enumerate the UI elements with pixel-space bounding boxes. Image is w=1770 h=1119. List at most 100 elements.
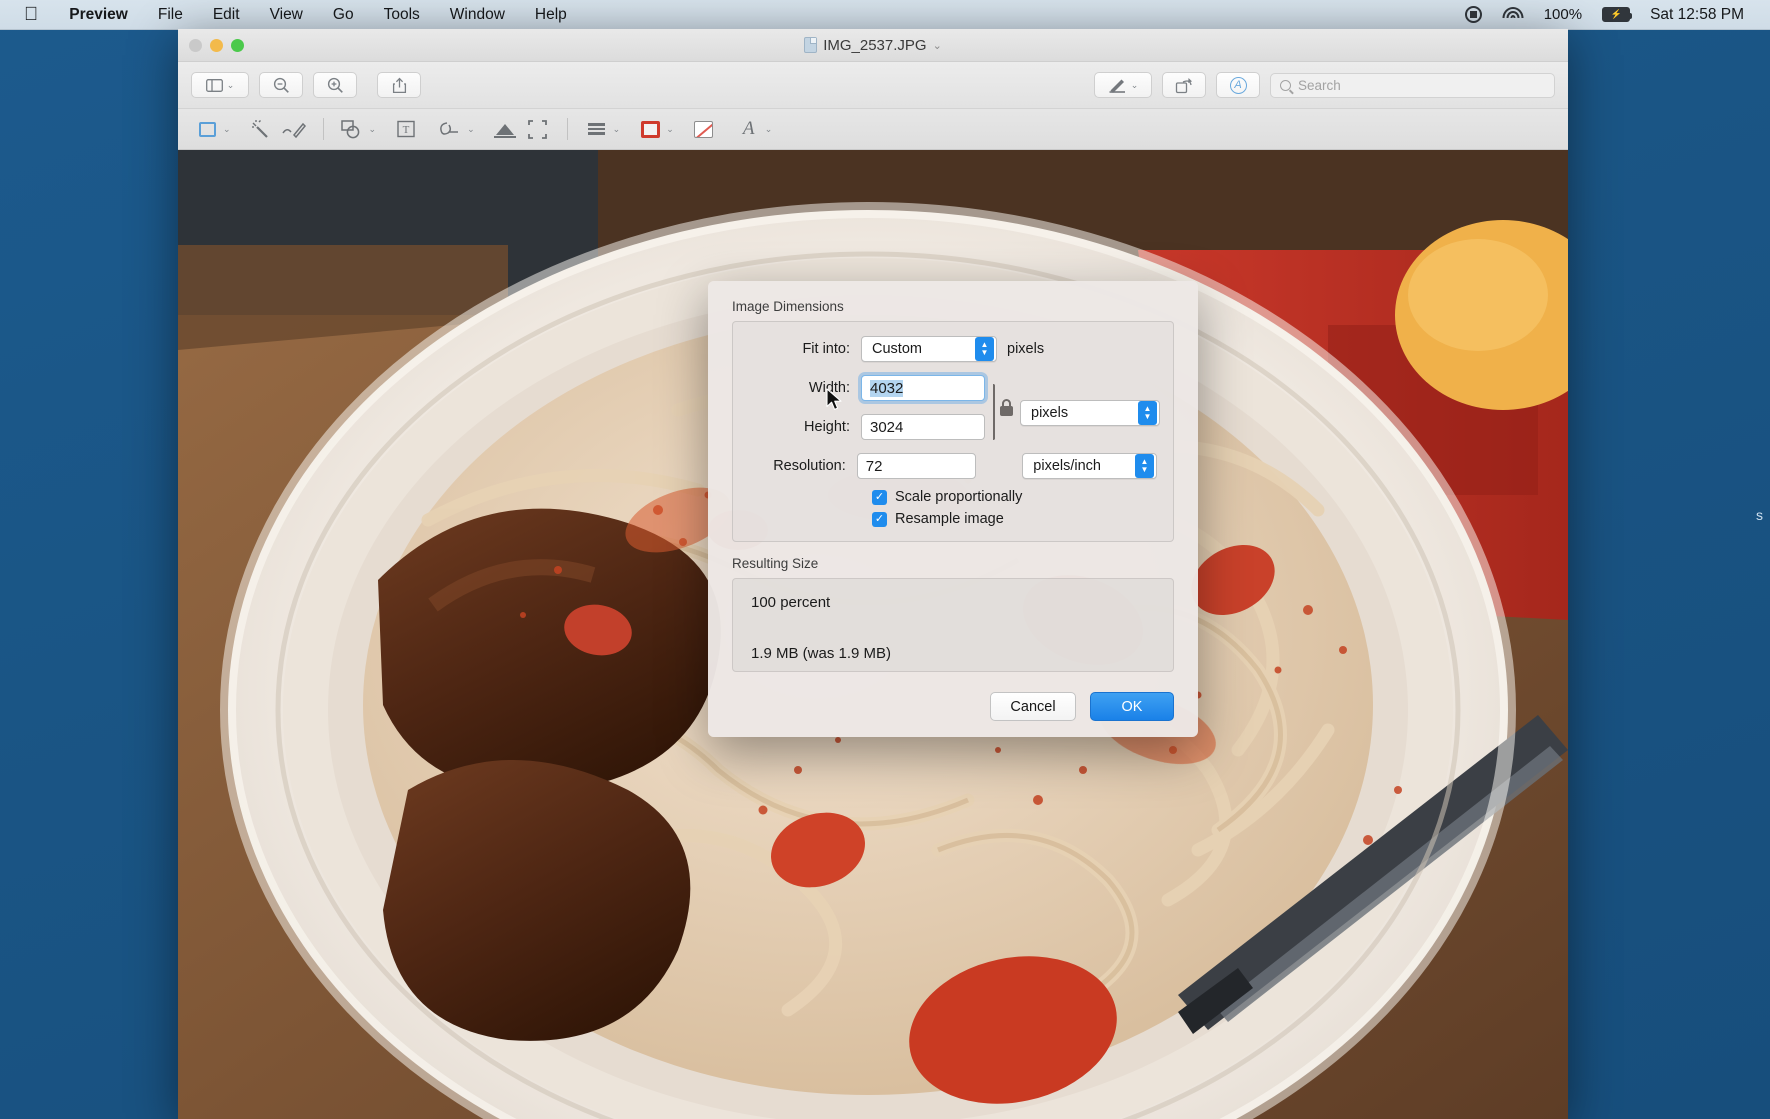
image-dimensions-panel: Fit into: Custom ▲ ▼ pixels Width: 4032 … — [732, 321, 1174, 542]
width-row: Width: 4032 — [749, 375, 985, 401]
rectangular-selection-icon[interactable] — [192, 116, 222, 142]
window-title-bar[interactable]: IMG_2537.JPG ⌄ — [178, 29, 1568, 62]
width-input[interactable]: 4032 — [861, 375, 985, 401]
search-placeholder: Search — [1298, 77, 1341, 93]
text-style-icon[interactable]: A — [734, 116, 764, 142]
instant-alpha-icon[interactable] — [246, 116, 276, 142]
shapes-icon[interactable] — [338, 116, 368, 142]
text-box-icon[interactable]: T — [391, 116, 421, 142]
fit-into-label: Fit into: — [802, 341, 850, 357]
chevron-down-icon[interactable]: ⌄ — [467, 124, 475, 135]
zoom-in-button[interactable] — [313, 72, 357, 98]
search-input[interactable]: Search — [1270, 72, 1555, 98]
share-button[interactable] — [377, 72, 421, 98]
fill-color-icon[interactable] — [689, 116, 719, 142]
chevron-down-icon[interactable]: ⌄ — [765, 124, 773, 135]
window-toolbar: ⌄ ⌄ A Search — [178, 62, 1568, 109]
svg-text:T: T — [403, 124, 410, 136]
document-icon — [804, 37, 818, 53]
fit-into-row: Fit into: Custom ▲ ▼ pixels — [749, 336, 1157, 362]
maximize-button[interactable] — [231, 38, 244, 52]
size-unit-select[interactable]: pixels ▲ ▼ — [1020, 400, 1160, 426]
share-icon — [392, 77, 406, 93]
resolution-value: 72 — [865, 457, 883, 475]
zoom-out-button[interactable] — [259, 72, 303, 98]
lock-icon — [1000, 399, 1013, 416]
chevron-down-icon[interactable]: ⌄ — [369, 124, 377, 135]
resolution-input[interactable]: 72 — [856, 453, 977, 479]
image-dimensions-label: Image Dimensions — [732, 299, 844, 314]
border-color-icon[interactable] — [635, 116, 665, 142]
menu-item-tools[interactable]: Tools — [369, 6, 435, 24]
ok-button[interactable]: OK — [1090, 692, 1174, 721]
menu-bar-clock[interactable]: Sat 12:58 PM — [1650, 6, 1744, 24]
stepper-icon[interactable]: ▲ ▼ — [1135, 454, 1154, 478]
fit-into-select[interactable]: Custom ▲ ▼ — [861, 336, 997, 362]
markup-tool-shape-style[interactable]: ⌄ — [582, 116, 621, 142]
apple-logo-icon[interactable]:  — [24, 5, 38, 24]
chevron-down-icon[interactable]: ⌄ — [666, 124, 674, 135]
adjust-color-icon[interactable] — [490, 116, 520, 142]
resolution-unit-select[interactable]: pixels/inch ▲ ▼ — [1022, 453, 1157, 479]
markup-tool-selection[interactable]: ⌄ — [192, 116, 231, 142]
chevron-down-icon[interactable]: ⌄ — [223, 124, 231, 135]
sketch-icon[interactable] — [279, 116, 309, 142]
chevron-down-icon[interactable]: ⌄ — [227, 80, 235, 91]
menu-item-edit[interactable]: Edit — [198, 6, 255, 24]
toolbar-divider — [566, 118, 568, 140]
fit-into-value: Custom — [872, 341, 922, 357]
resolution-unit-value: pixels/inch — [1033, 458, 1101, 474]
window-title-label: IMG_2537.JPG — [823, 36, 927, 54]
shape-style-icon[interactable] — [582, 116, 612, 142]
search-icon — [1280, 79, 1291, 91]
height-input[interactable]: 3024 — [861, 414, 985, 440]
scale-proportionally-checkbox[interactable]: ✓ — [872, 489, 887, 505]
zoom-out-icon — [273, 77, 289, 93]
zoom-in-icon — [327, 77, 343, 93]
height-value: 3024 — [870, 418, 904, 436]
close-button[interactable] — [189, 38, 202, 52]
resample-image-checkbox[interactable]: ✓ — [872, 511, 887, 527]
stepper-icon[interactable]: ▲ ▼ — [1138, 401, 1157, 425]
rotate-button[interactable] — [1162, 72, 1206, 98]
markup-toggle-button[interactable]: ⌄ — [1094, 72, 1152, 98]
traffic-lights — [178, 38, 244, 52]
markup-tool-text-style[interactable]: A ⌄ — [734, 116, 773, 142]
annotate-button[interactable]: A — [1216, 72, 1260, 98]
sidebar-toggle-button[interactable]: ⌄ — [191, 72, 249, 98]
markup-tool-signature[interactable]: ⌄ — [436, 116, 475, 142]
screen-record-icon[interactable] — [1464, 6, 1482, 23]
scale-proportionally-row[interactable]: ✓ Scale proportionally — [861, 489, 1157, 505]
menu-item-go[interactable]: Go — [318, 6, 369, 24]
scale-proportionally-label: Scale proportionally — [895, 489, 1023, 505]
menu-item-view[interactable]: View — [255, 6, 318, 24]
menu-bar:  Preview File Edit View Go Tools Window… — [0, 0, 1770, 30]
minimize-button[interactable] — [210, 38, 223, 52]
resulting-size-label: Resulting Size — [732, 556, 819, 571]
wifi-icon[interactable] — [1502, 6, 1524, 23]
rotate-icon — [1175, 77, 1192, 93]
markup-tool-border-color[interactable]: ⌄ — [635, 116, 674, 142]
markup-tool-shapes[interactable]: ⌄ — [338, 116, 377, 142]
chevron-down-icon[interactable]: ⌄ — [613, 124, 621, 135]
menu-item-window[interactable]: Window — [435, 6, 520, 24]
image-canvas[interactable]: Image Dimensions Fit into: Custom ▲ ▼ pix… — [178, 150, 1568, 1119]
stepper-icon[interactable]: ▲ ▼ — [975, 337, 994, 361]
menu-item-help[interactable]: Help — [520, 6, 582, 24]
dialog-button-row: Cancel OK — [732, 692, 1174, 721]
battery-charging-icon[interactable]: ⚡ — [1602, 7, 1633, 22]
chevron-down-icon[interactable]: ⌄ — [1131, 80, 1139, 91]
height-row: Height: 3024 — [749, 414, 985, 440]
cancel-button[interactable]: Cancel — [990, 692, 1076, 721]
chevron-down-icon[interactable]: ⌄ — [933, 39, 942, 52]
sidebar-icon — [205, 78, 223, 92]
annotate-icon: A — [1229, 76, 1247, 94]
menu-item-preview[interactable]: Preview — [54, 6, 143, 24]
resample-image-label: Resample image — [895, 511, 1004, 527]
menu-item-file[interactable]: File — [143, 6, 198, 24]
signature-icon[interactable] — [436, 116, 466, 142]
size-unit-value: pixels — [1031, 405, 1069, 421]
resample-image-row[interactable]: ✓ Resample image — [861, 511, 1157, 527]
crop-icon[interactable] — [523, 116, 553, 142]
background-window-sliver[interactable]: s — [1756, 470, 1770, 560]
